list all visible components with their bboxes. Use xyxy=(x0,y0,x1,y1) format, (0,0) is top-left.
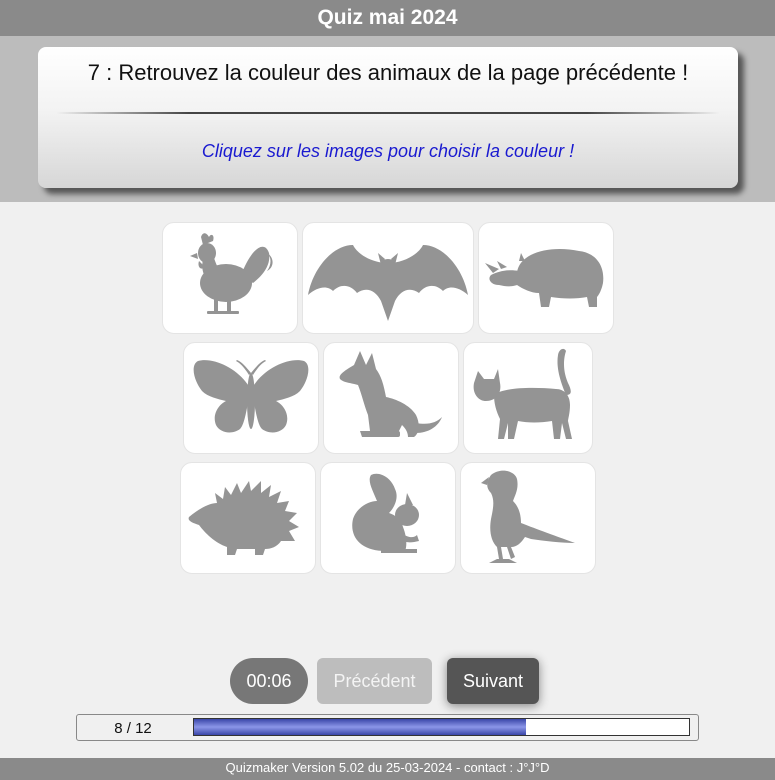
animal-tile-rhinoceros[interactable] xyxy=(478,222,614,334)
animal-tile-dog[interactable] xyxy=(323,342,459,454)
butterfly-icon xyxy=(193,360,309,433)
bird-icon xyxy=(481,470,575,563)
progress-bar-fill xyxy=(194,719,526,735)
timer-display: 00:06 xyxy=(230,658,308,704)
progress-bar xyxy=(193,718,690,736)
squirrel-icon xyxy=(352,473,419,553)
footer-text: Quizmaker Version 5.02 du 25-03-2024 - c… xyxy=(0,758,775,780)
animal-tile-cat[interactable] xyxy=(463,342,593,454)
quiz-title: Quiz mai 2024 xyxy=(0,0,775,36)
next-button[interactable]: Suivant xyxy=(447,658,539,704)
dog-icon xyxy=(339,351,442,437)
progress-panel: 8 / 12 xyxy=(76,714,699,741)
navigation-controls: 00:06 Précédent Suivant xyxy=(0,658,775,706)
question-card: 7 : Retrouvez la couleur des animaux de … xyxy=(38,47,738,188)
question-text: 7 : Retrouvez la couleur des animaux de … xyxy=(87,60,689,85)
previous-button[interactable]: Précédent xyxy=(317,658,432,704)
rhinoceros-icon xyxy=(485,249,604,307)
instruction-text: Cliquez sur les images pour choisir la c… xyxy=(201,141,575,161)
animal-tile-bird[interactable] xyxy=(460,462,596,574)
question-divider xyxy=(56,112,720,114)
animal-tile-squirrel[interactable] xyxy=(320,462,456,574)
animal-tile-hedgehog[interactable] xyxy=(180,462,316,574)
rooster-icon xyxy=(190,233,273,314)
hedgehog-icon xyxy=(188,481,299,555)
progress-label: 8 / 12 xyxy=(114,720,152,737)
cat-icon xyxy=(473,348,572,439)
animal-tile-butterfly[interactable] xyxy=(183,342,319,454)
bat-icon xyxy=(308,245,468,321)
animal-tile-rooster[interactable] xyxy=(162,222,298,334)
animal-tile-bat[interactable] xyxy=(302,222,474,334)
